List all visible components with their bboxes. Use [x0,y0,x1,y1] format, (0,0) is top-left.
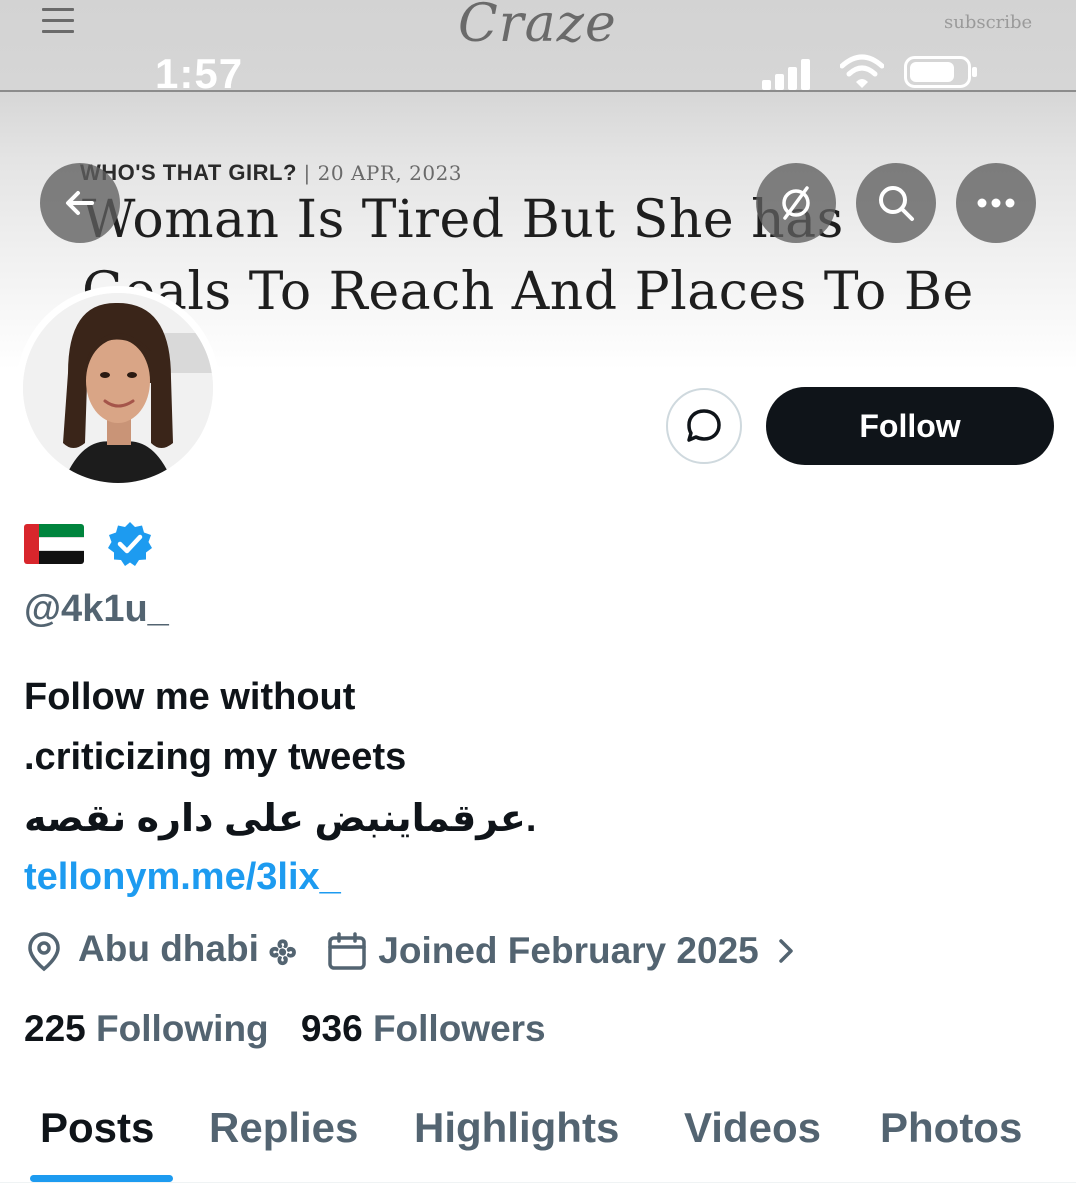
banner-kicker: WHO'S THAT GIRL? | 20 APR, 2023 [80,160,462,186]
avatar-portrait-icon [23,293,213,483]
followers-label: Followers [372,1008,546,1049]
cellular-signal-icon [762,52,822,92]
more-icon [977,198,1015,208]
more-options-button[interactable] [956,163,1036,243]
profile-handle: @4k1u_ [24,588,169,630]
following-count: 225 [24,1008,86,1049]
search-icon [879,186,914,221]
chevron-right-icon[interactable] [775,935,797,967]
bio-line-2: .criticizing my tweets [24,736,407,778]
back-button[interactable] [40,163,120,243]
back-arrow-icon [66,191,94,215]
tabs-divider [0,1182,1076,1183]
status-time: 1:57 [155,50,244,97]
follow-counts: 225 Following 936 Followers [24,1008,546,1050]
banner-date: 20 APR, 2023 [317,161,463,185]
profile-location: Abu dhabi 𐫱 [78,928,297,969]
bio-line-1: Follow me without [24,676,356,718]
message-button[interactable] [666,388,742,464]
profile-joined-date: Joined February 2025 [378,930,759,971]
banner-logo: Craze [458,0,617,54]
tab-videos[interactable]: Videos [684,1104,821,1152]
banner-headline-line2: Goals To Reach And Places To Be [82,262,974,322]
following-label: Following [96,1008,269,1049]
followers-link[interactable]: 936 Followers [301,1008,546,1049]
location-pin-icon [28,932,60,972]
calendar-icon [328,932,367,970]
follow-button[interactable]: Follow [766,387,1054,465]
grok-button[interactable] [756,163,836,243]
avatar[interactable] [16,286,220,490]
grok-icon [782,186,810,220]
tab-photos[interactable]: Photos [880,1104,1022,1152]
following-link[interactable]: 225 Following [24,1008,269,1049]
tab-posts[interactable]: Posts [40,1104,154,1152]
message-bubble-icon [687,409,721,442]
profile-meta: Abu dhabi 𐫱 Joined February 2025 [24,928,797,974]
tab-highlights[interactable]: Highlights [414,1104,619,1152]
hamburger-menu-icon [42,8,74,34]
profile-website-link[interactable]: tellonym.me/3lix_ [24,856,341,899]
banner-headline-line1: Woman Is Tired But She has [82,190,844,250]
wifi-icon [840,54,884,88]
uae-flag-icon [24,524,84,564]
banner-kicker-sep: | [303,161,318,185]
display-name [24,520,154,568]
battery-icon [904,56,977,88]
active-tab-indicator [30,1175,173,1182]
avatar-photo [23,293,213,483]
verified-badge-icon[interactable] [106,520,154,568]
tab-replies[interactable]: Replies [209,1104,358,1152]
followers-count: 936 [300,1008,363,1049]
profile-tabs: Posts Replies Highlights Videos Photos [0,1100,1076,1200]
search-button[interactable] [856,163,936,243]
bio-line-3: عرقماينبض على داره نقصه. [24,798,537,840]
banner-subscribe-text: subscribe [944,12,1033,33]
